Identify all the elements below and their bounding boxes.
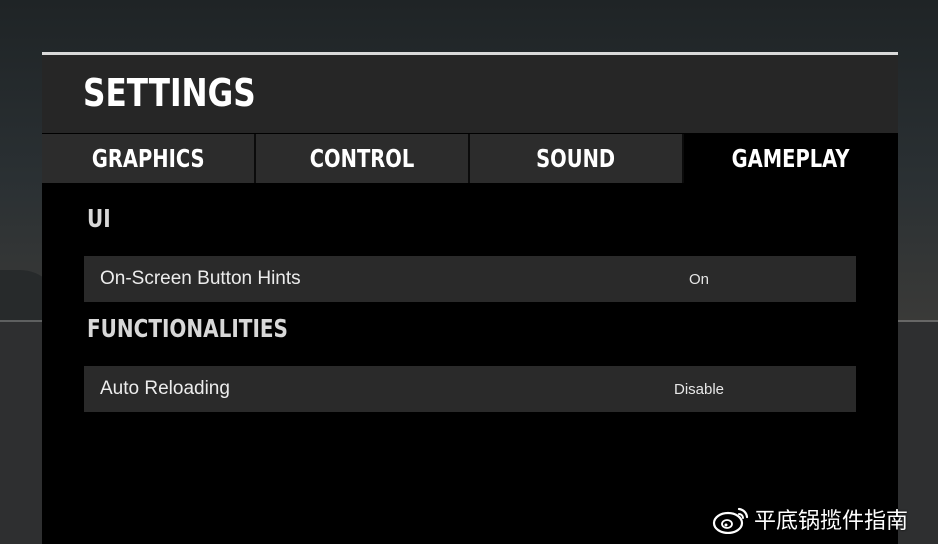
tab-sound-label: SOUND: [536, 144, 616, 173]
setting-name: Auto Reloading: [100, 378, 230, 399]
tab-control-label: CONTROL: [309, 144, 415, 173]
setting-value-toggle[interactable]: Disable: [674, 381, 724, 398]
watermark-text: 平底锅揽件指南: [754, 509, 909, 534]
setting-row-auto-reloading[interactable]: Auto Reloading Disable: [84, 366, 856, 412]
tab-gameplay-label: GAMEPLAY: [732, 144, 850, 173]
settings-panel: SETTINGS GRAPHICS CONTROL SOUND GAMEPLAY…: [42, 52, 898, 544]
setting-row-button-hints[interactable]: On-Screen Button Hints On: [84, 256, 856, 302]
settings-header: SETTINGS: [42, 55, 898, 133]
section-heading-ui: UI: [87, 204, 111, 233]
section-heading-functionalities: FUNCTIONALITIES: [87, 314, 288, 343]
settings-tabs: GRAPHICS CONTROL SOUND GAMEPLAY: [42, 134, 898, 183]
tab-gameplay[interactable]: GAMEPLAY: [684, 134, 898, 183]
tab-control[interactable]: CONTROL: [256, 134, 470, 183]
watermark: 平底锅揽件指南: [712, 503, 908, 535]
setting-name: On-Screen Button Hints: [100, 268, 301, 289]
page-title: SETTINGS: [83, 71, 256, 115]
tab-sound[interactable]: SOUND: [470, 134, 684, 183]
tab-graphics-label: GRAPHICS: [91, 144, 205, 173]
tab-graphics[interactable]: GRAPHICS: [42, 134, 256, 183]
weibo-icon: [712, 504, 750, 535]
setting-value-toggle[interactable]: On: [674, 271, 724, 288]
